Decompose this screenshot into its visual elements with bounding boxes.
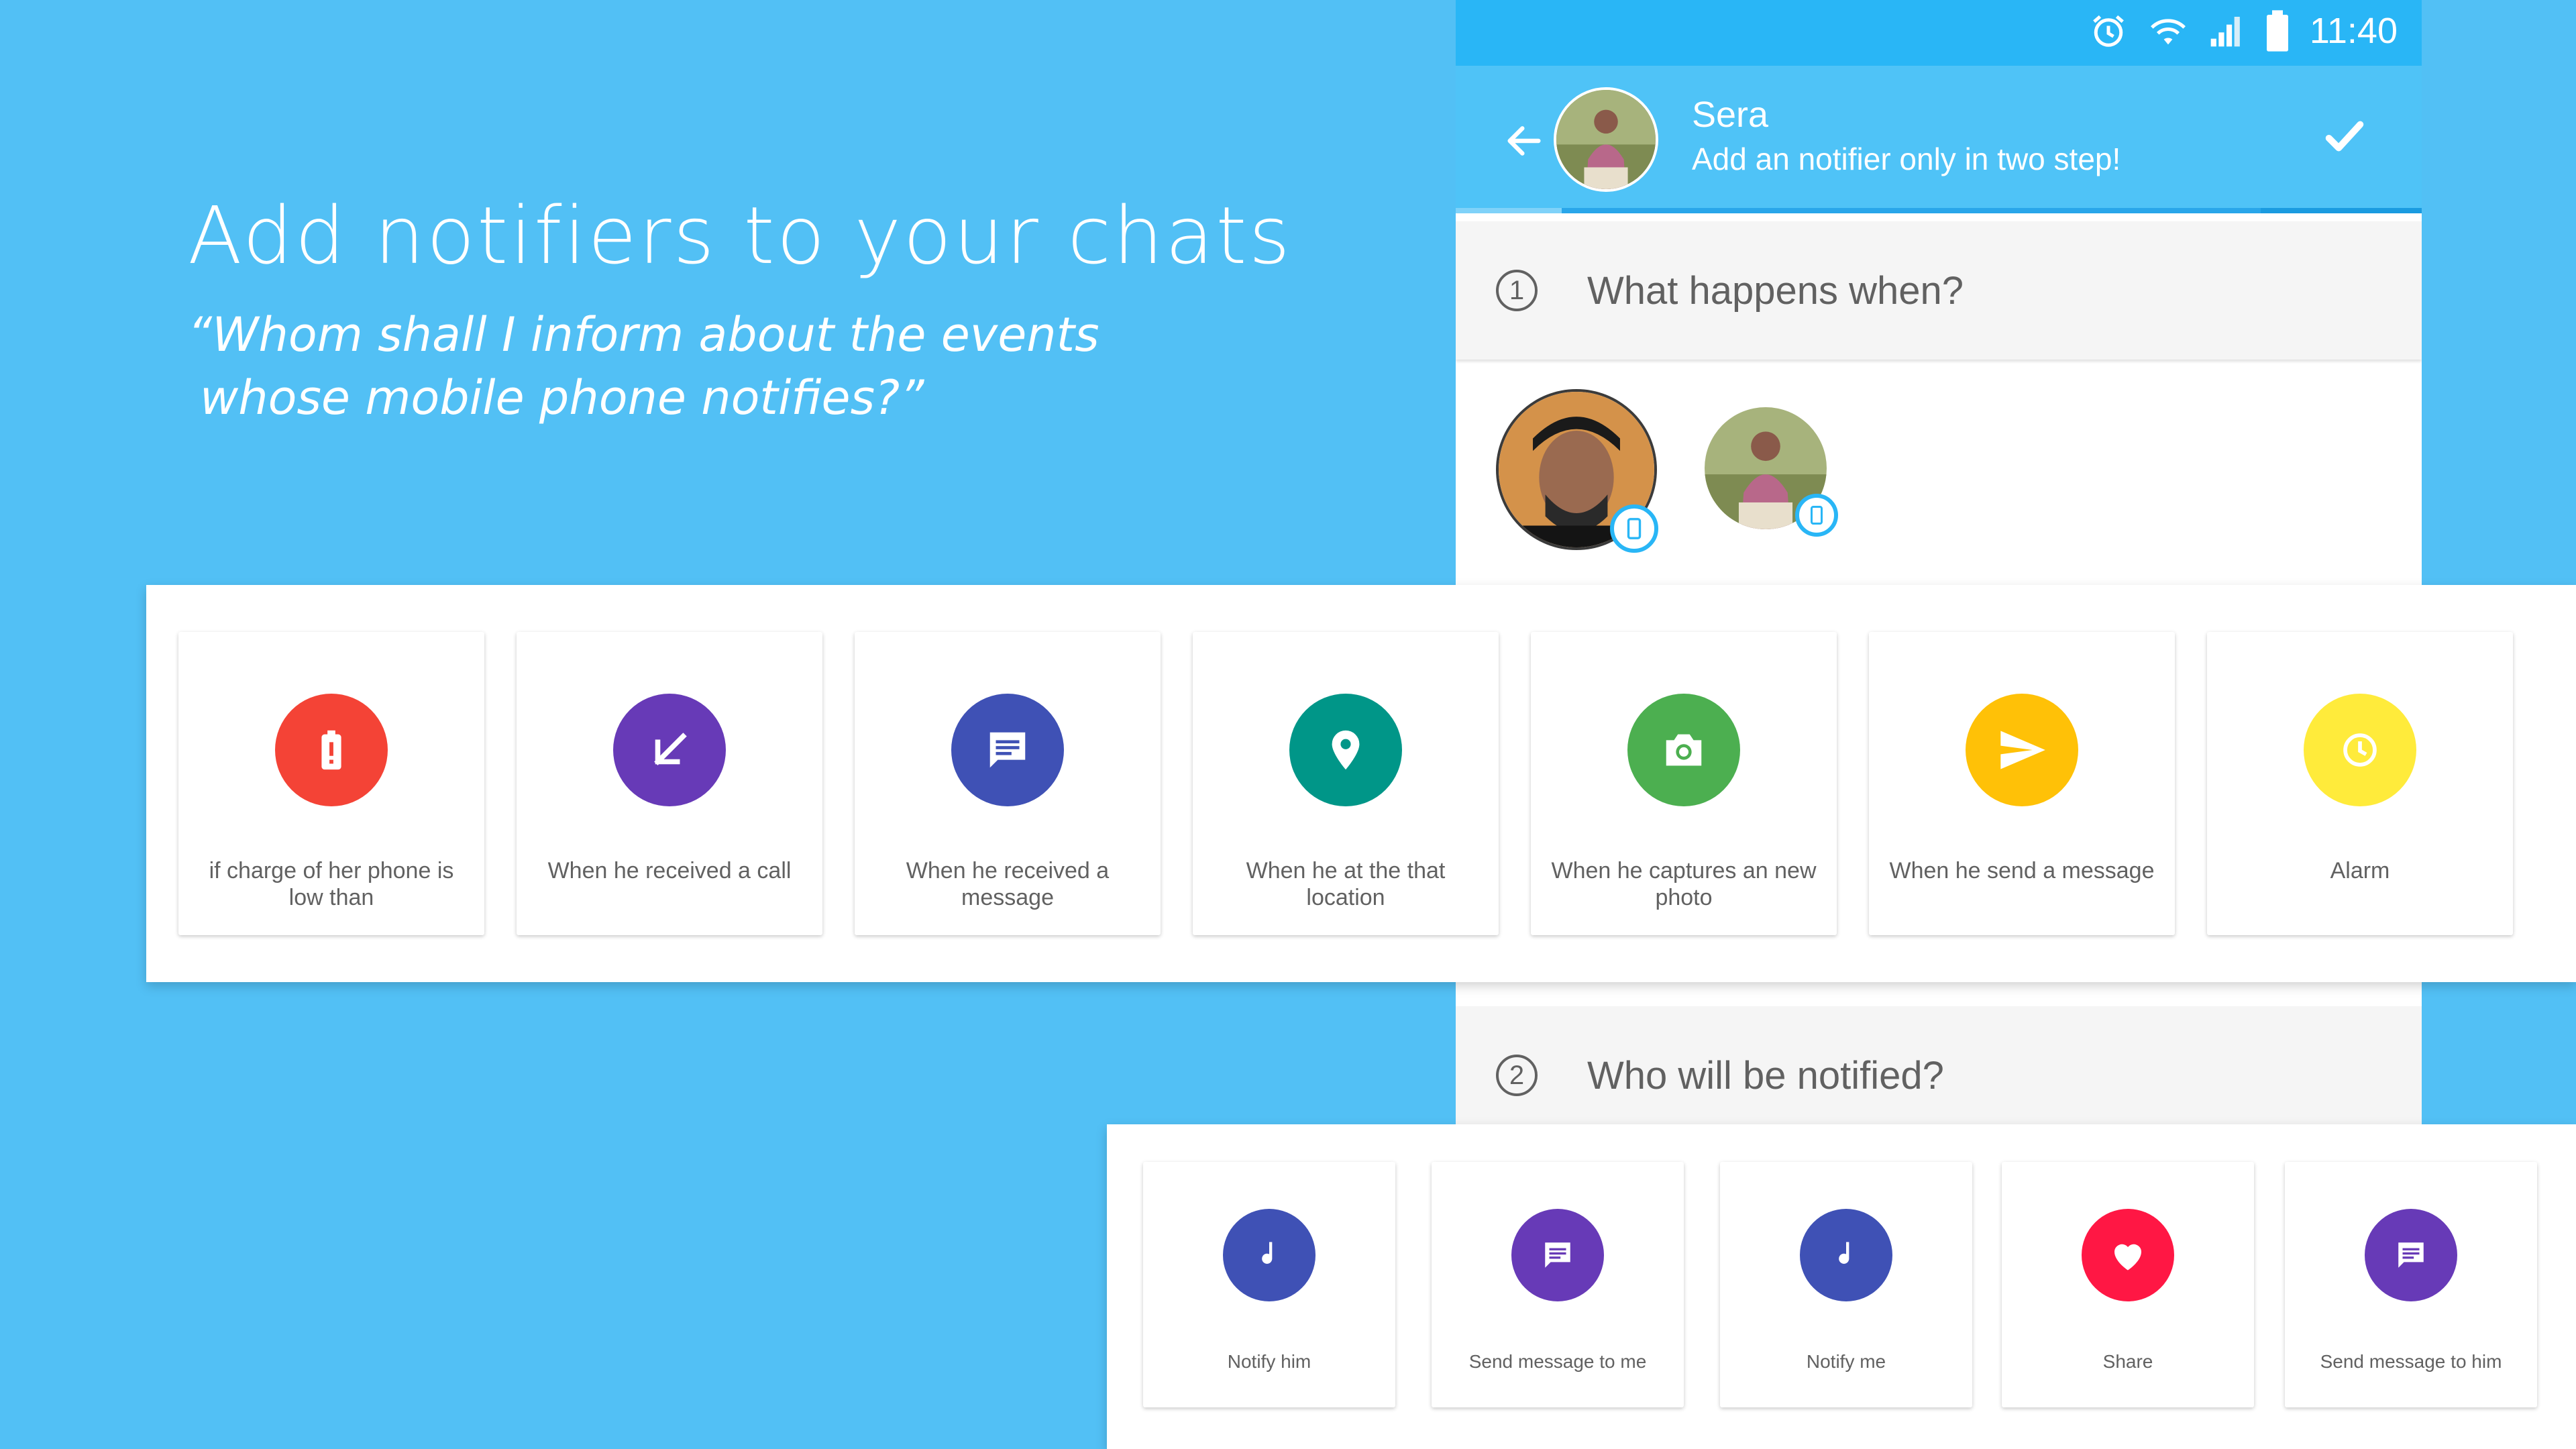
- step-progress-bar: [1456, 208, 2422, 213]
- action-label: Share: [2102, 1351, 2153, 1372]
- trigger-card-message[interactable]: When he received a message: [855, 632, 1161, 935]
- trigger-card-call[interactable]: When he received a call: [517, 632, 822, 935]
- trigger-card-alarm[interactable]: Alarm: [2207, 632, 2513, 935]
- action-panel: Notify him Send message to me Notify me …: [1107, 1124, 2576, 1449]
- progress-segment: [2261, 208, 2422, 213]
- smartphone-icon: [1795, 494, 1838, 537]
- camera-icon: [1627, 694, 1740, 806]
- wifi-icon: [2150, 19, 2186, 45]
- person-avatar[interactable]: [1703, 405, 1838, 537]
- battery-icon: [2266, 10, 2288, 52]
- promo-quote: “Whom shall I inform about the events wh…: [188, 303, 1099, 429]
- location-pin-icon: [1289, 694, 1402, 806]
- promo-quote-line-2: whose mobile phone notifies?”: [200, 370, 924, 425]
- trigger-label: When he at the that location: [1246, 858, 1446, 910]
- trigger-label: When he send a message: [1889, 858, 2155, 883]
- message-icon: [951, 694, 1064, 806]
- action-label: Notify me: [1806, 1351, 1886, 1372]
- trigger-card-photo[interactable]: When he captures an new photo: [1531, 632, 1837, 935]
- trigger-label: When he received a message: [906, 858, 1110, 910]
- step-1-header: 1 What happens when?: [1456, 221, 2422, 360]
- music-note-icon: [1800, 1209, 1892, 1301]
- action-card-send-message-to-me[interactable]: Send message to me: [1432, 1162, 1684, 1407]
- trigger-card-location[interactable]: When he at the that location: [1193, 632, 1499, 935]
- smartphone-icon: [1610, 504, 1658, 553]
- progress-segment: [1456, 208, 1562, 213]
- person-avatar[interactable]: [1496, 389, 1658, 553]
- contact-name: Sera: [1692, 95, 1769, 135]
- step-title: Who will be notified?: [1587, 1053, 1944, 1097]
- call-received-icon: [613, 694, 726, 806]
- people-row: [1456, 362, 2422, 584]
- step-number: 1: [1496, 270, 1538, 311]
- action-label: Notify him: [1227, 1351, 1311, 1372]
- trigger-label: Alarm: [2330, 858, 2390, 883]
- contact-photo: [1556, 90, 1656, 189]
- check-icon[interactable]: [2321, 113, 2368, 160]
- contact-subtitle: Add an notifier only in two step!: [1692, 142, 2121, 176]
- heart-icon: [2082, 1209, 2174, 1301]
- trigger-label: When he received a call: [547, 858, 792, 883]
- signal-icon: [2210, 17, 2240, 47]
- message-icon: [1511, 1209, 1604, 1301]
- action-card-send-message-to-him[interactable]: Send message to him: [2285, 1162, 2537, 1407]
- battery-alert-icon: [275, 694, 388, 806]
- status-time: 11:40: [2309, 11, 2398, 51]
- alarm-icon: [2304, 694, 2416, 806]
- trigger-label: When he captures an new photo: [1551, 858, 1817, 910]
- step-number: 2: [1496, 1055, 1538, 1096]
- trigger-label: if charge of her phone is low than: [209, 858, 454, 910]
- action-card-notify-me[interactable]: Notify me: [1720, 1162, 1972, 1407]
- send-icon: [1966, 694, 2078, 806]
- action-card-notify-him[interactable]: Notify him: [1143, 1162, 1395, 1407]
- step-title: What happens when?: [1587, 268, 1964, 313]
- promo-headline: Add notifiers to your chats: [188, 189, 1292, 282]
- contact-avatar[interactable]: [1554, 87, 1658, 192]
- action-label: Send message to me: [1468, 1351, 1647, 1372]
- status-bar: 11:40: [1456, 0, 2422, 66]
- trigger-panel: if charge of her phone is low than When …: [146, 585, 2576, 982]
- action-label: Send message to him: [2320, 1351, 2502, 1372]
- action-card-share[interactable]: Share: [2002, 1162, 2254, 1407]
- alarm-icon: [2092, 15, 2124, 47]
- arrow-back-icon[interactable]: [1503, 119, 1546, 162]
- promo-quote-line-1: “Whom shall I inform about the events: [188, 307, 1099, 362]
- message-icon: [2365, 1209, 2457, 1301]
- status-icons: 11:40: [2088, 9, 2398, 52]
- trigger-card-battery[interactable]: if charge of her phone is low than: [178, 632, 484, 935]
- trigger-card-send[interactable]: When he send a message: [1869, 632, 2175, 935]
- music-note-icon: [1223, 1209, 1316, 1301]
- app-bar: Sera Add an notifier only in two step!: [1456, 66, 2422, 213]
